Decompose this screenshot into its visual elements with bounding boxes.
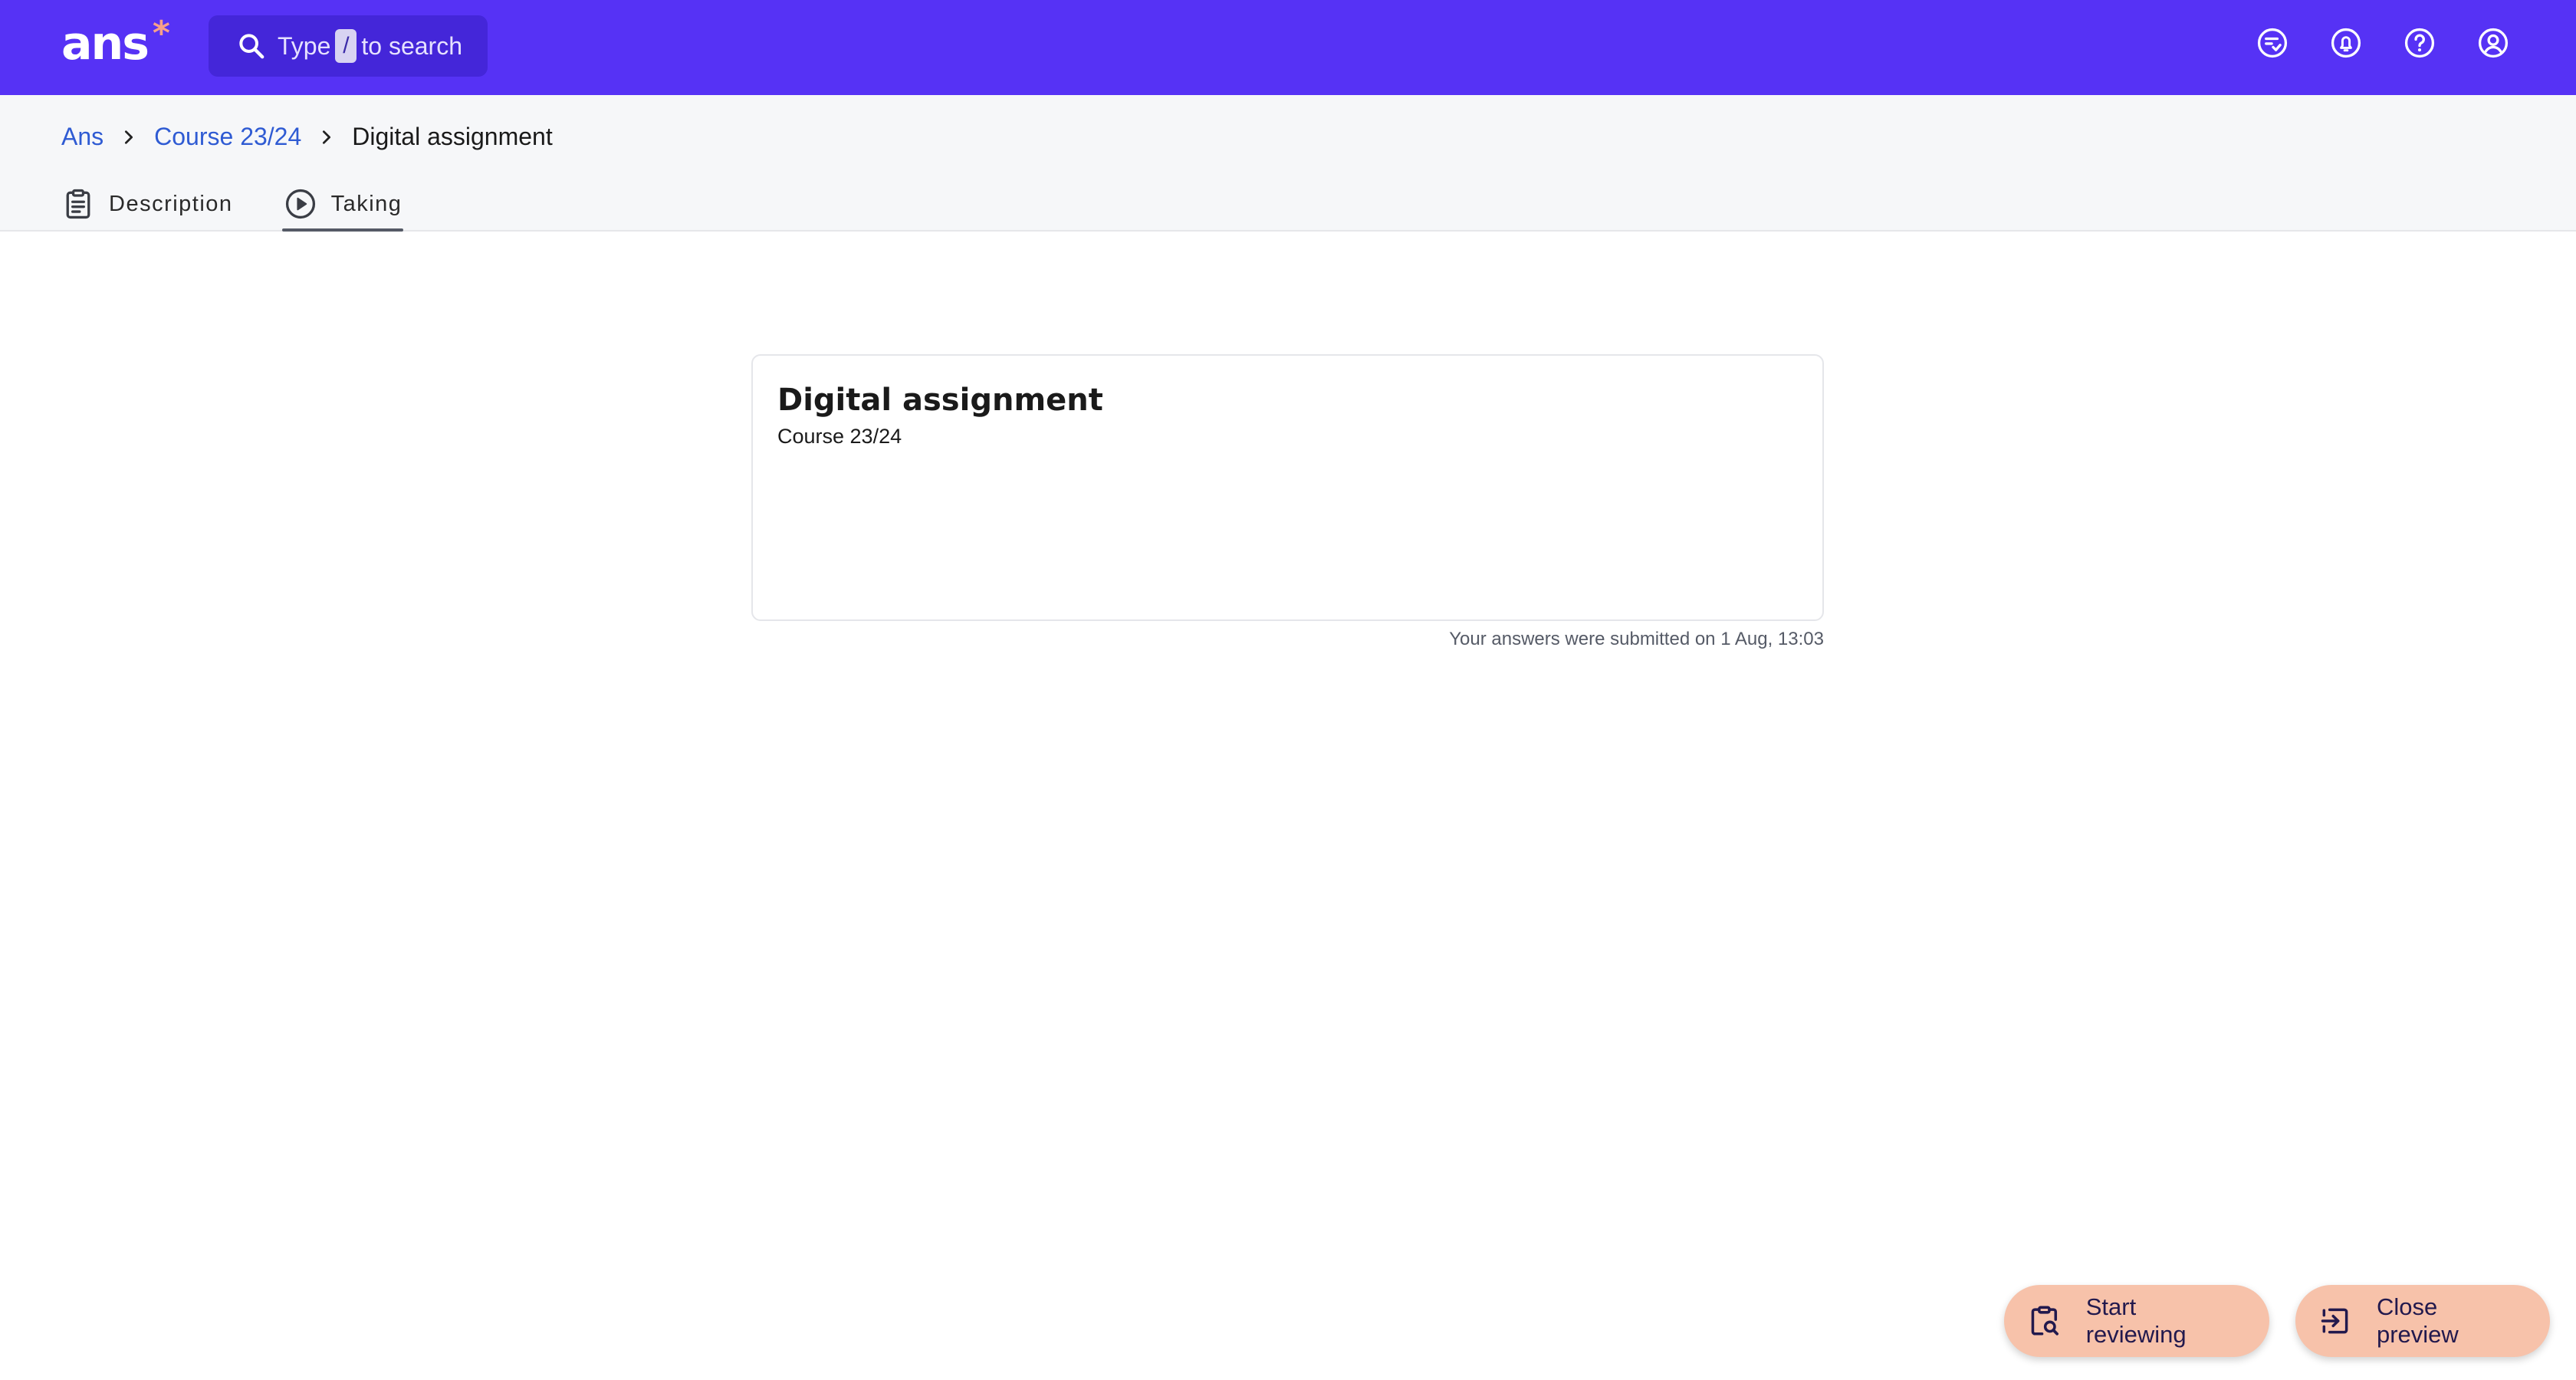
tab-description-label: Description: [109, 191, 233, 216]
exit-preview-icon: [2321, 1308, 2348, 1334]
bell-icon[interactable]: [2328, 25, 2364, 61]
search-bar[interactable]: Type / to search: [209, 15, 488, 77]
ans-logo[interactable]: ans *: [61, 17, 170, 78]
play-circle-icon: [285, 189, 315, 219]
submission-status: Your answers were submitted on 1 Aug, 13…: [1449, 629, 1824, 649]
search-icon: [239, 34, 264, 59]
search-shortcut-key: /: [335, 29, 357, 63]
logo-text: ans: [61, 17, 150, 71]
breadcrumb-current: Digital assignment: [352, 123, 553, 150]
breadcrumb: Ans Course 23/24 Digital assignment: [61, 123, 553, 151]
logo-asterisk: *: [152, 14, 170, 53]
top-navigation-bar: ans * Type / to search: [0, 0, 2576, 95]
clipboard-icon: [66, 189, 90, 219]
account-icon[interactable]: [2475, 25, 2512, 61]
search-prefix: Type: [278, 31, 331, 60]
tab-bar: Description Taking: [61, 176, 404, 232]
search-suffix: to search: [361, 31, 462, 60]
page-header: Ans Course 23/24 Digital assignment Desc…: [0, 95, 2576, 232]
tab-taking[interactable]: Taking: [281, 176, 404, 232]
assignment-card: Digital assignment Course 23/24: [751, 354, 1824, 621]
assignment-course: Course 23/24: [777, 425, 902, 448]
tab-taking-label: Taking: [330, 191, 402, 216]
close-preview-button[interactable]: Close preview: [2295, 1285, 2550, 1357]
clipboard-search-icon: [2031, 1306, 2058, 1336]
chevron-right-icon: [315, 126, 338, 149]
tab-description[interactable]: Description: [61, 176, 233, 232]
help-icon[interactable]: [2401, 25, 2438, 61]
messages-check-icon[interactable]: [2254, 25, 2291, 61]
breadcrumb-ans[interactable]: Ans: [61, 123, 104, 151]
start-reviewing-button[interactable]: Start reviewing: [2004, 1285, 2269, 1357]
top-icons: [2254, 25, 2512, 61]
close-preview-label: Close preview: [2376, 1293, 2459, 1348]
assignment-title: Digital assignment: [777, 383, 1103, 418]
chevron-right-icon: [117, 126, 140, 149]
breadcrumb-course[interactable]: Course 23/24: [154, 123, 301, 151]
start-reviewing-label: Start reviewing: [2085, 1293, 2187, 1348]
